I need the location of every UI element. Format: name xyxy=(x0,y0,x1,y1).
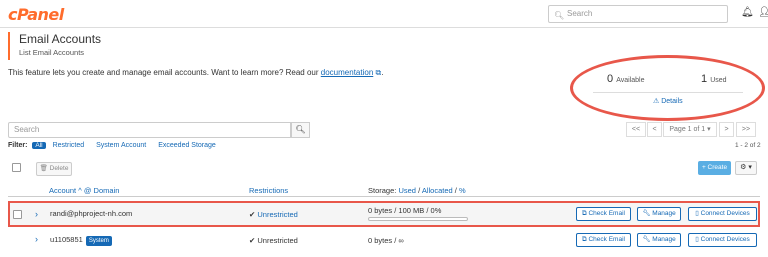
storage-column-header[interactable]: Storage: Used / Allocated / % xyxy=(368,186,466,195)
filter-restricted[interactable]: Restricted xyxy=(53,142,85,149)
storage-progress-bar xyxy=(368,217,468,221)
settings-dropdown-button[interactable]: ⚙ ▾ xyxy=(735,161,757,175)
external-link-icon: ⧉ xyxy=(582,236,587,243)
external-link-icon: ⧉ xyxy=(582,210,587,217)
global-search-input[interactable]: 🔍︎ Search xyxy=(548,5,728,23)
header-divider xyxy=(8,196,760,197)
result-count: 1 - 2 of 2 xyxy=(735,142,761,149)
warning-icon: ⚠ xyxy=(653,98,660,105)
system-badge: System xyxy=(85,236,112,246)
documentation-link[interactable]: documentation xyxy=(321,68,373,77)
table-row: › randi@phproject-nh.com ✔ Unrestricted … xyxy=(8,201,760,227)
manage-button[interactable]: 🔧︎ Manage xyxy=(637,233,681,247)
restrictions-column-header[interactable]: Restrictions xyxy=(249,186,288,195)
connect-devices-button[interactable]: ▯ Connect Devices xyxy=(688,207,757,221)
phone-icon: ▯ xyxy=(695,236,699,243)
search-icon: 🔍︎ xyxy=(554,11,565,20)
chevron-right-icon[interactable]: › xyxy=(35,234,38,244)
check-icon: ✔ xyxy=(249,236,256,245)
account-stats-panel: 0 Available 1 Used ⚠ Details xyxy=(593,63,743,111)
last-page-button[interactable]: >> xyxy=(736,122,756,137)
stats-divider xyxy=(593,92,743,93)
phone-icon: ▯ xyxy=(695,210,699,217)
page-header: Email Accounts List Email Accounts xyxy=(8,32,101,60)
manage-button[interactable]: 🔧︎ Manage xyxy=(637,207,681,221)
search-input[interactable]: Search xyxy=(8,122,291,138)
create-button[interactable]: + Create xyxy=(698,161,731,175)
filter-system-account[interactable]: System Account xyxy=(96,142,146,149)
prev-page-button[interactable]: < xyxy=(647,122,662,137)
check-icon: ✔ xyxy=(249,210,256,219)
search-icon: 🔍︎ xyxy=(295,125,306,134)
check-email-button[interactable]: ⧉ Check Email xyxy=(576,233,631,247)
page-subtitle: List Email Accounts xyxy=(19,48,85,57)
filter-all[interactable]: All xyxy=(32,142,46,149)
next-page-button[interactable]: > xyxy=(719,122,734,137)
filter-exceeded-storage[interactable]: Exceeded Storage xyxy=(158,142,216,149)
user-icon[interactable]: 👤︎ xyxy=(758,7,768,18)
first-page-button[interactable]: << xyxy=(626,122,646,137)
trash-icon: 🗑︎ xyxy=(39,165,48,172)
available-count: 0 Available xyxy=(607,73,645,85)
check-email-button[interactable]: ⧉ Check Email xyxy=(576,207,631,221)
restriction-status: ✔ Unrestricted xyxy=(249,236,298,245)
wrench-icon: 🔧︎ xyxy=(642,236,651,243)
cpanel-logo[interactable]: cPanel xyxy=(8,5,64,24)
top-bar: cPanel 🔍︎ Search 🔔︎ 👤︎ xyxy=(0,0,768,28)
account-name: randi@phproject-nh.com xyxy=(50,209,133,218)
search-button[interactable]: 🔍︎ xyxy=(291,122,310,138)
select-all-checkbox[interactable] xyxy=(12,163,21,172)
page-title: Email Accounts xyxy=(19,32,102,46)
restriction-status: ✔ Unrestricted xyxy=(249,210,298,219)
account-column-header[interactable]: Account ^ @ Domain xyxy=(49,186,119,195)
delete-button[interactable]: 🗑︎ Delete xyxy=(36,162,72,176)
used-count: 1 Used xyxy=(701,73,727,85)
wrench-icon: 🔧︎ xyxy=(642,210,651,217)
sort-ascending-icon: ^ xyxy=(78,186,82,195)
details-link[interactable]: ⚠ Details xyxy=(653,97,683,105)
filter-bar: Filter: All Restricted System Account Ex… xyxy=(8,142,216,149)
page-select[interactable]: Page 1 of 1 ▾ xyxy=(663,122,717,137)
storage-usage: 0 bytes / 100 MB / 0% xyxy=(368,206,442,215)
bell-icon[interactable]: 🔔︎ xyxy=(741,7,754,18)
connect-devices-button[interactable]: ▯ Connect Devices xyxy=(688,233,757,247)
page-description: This feature lets you create and manage … xyxy=(8,68,384,77)
table-row: › u1105851 System ✔ Unrestricted 0 bytes … xyxy=(8,228,760,254)
storage-usage: 0 bytes / ∞ xyxy=(368,236,404,245)
account-name: u1105851 System xyxy=(50,235,112,246)
row-checkbox[interactable] xyxy=(13,210,22,219)
chevron-right-icon[interactable]: › xyxy=(35,209,38,219)
